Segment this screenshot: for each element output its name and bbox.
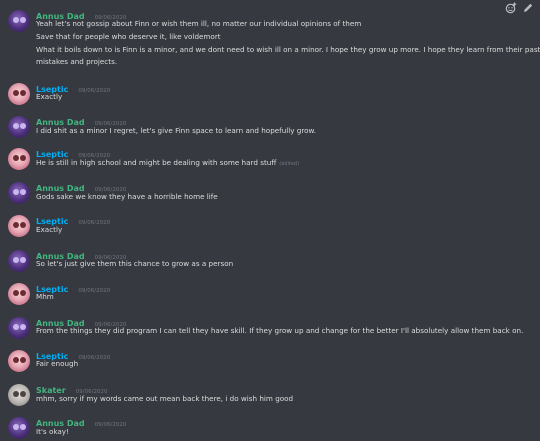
message-text: So let's just give them this chance to g…: [36, 259, 234, 268]
avatar[interactable]: [8, 116, 30, 138]
message-text: mhm, sorry if my words came out mean bac…: [36, 394, 294, 403]
edit-icon[interactable]: [522, 2, 534, 14]
avatar[interactable]: [8, 384, 30, 406]
message-text: Exactly: [36, 92, 63, 101]
message-text: Gods sake we know they have a horrible h…: [36, 192, 218, 201]
message-body: He is still in high school and might be …: [36, 158, 277, 167]
message-text: Fair enough: [36, 359, 79, 368]
message-text: From the things they did program I can t…: [36, 326, 524, 335]
message-toolbar: [505, 2, 534, 14]
message-text: mistakes and projects.: [36, 57, 118, 66]
message-text: It's okay!: [36, 427, 69, 436]
avatar[interactable]: [8, 283, 30, 305]
avatar[interactable]: [8, 148, 30, 170]
message-text: He is still in high school and might be …: [36, 158, 531, 169]
message-text: Exactly: [36, 225, 63, 234]
chat-log: Annus Dad 09/06/2020 Yeah let's not goss…: [0, 0, 540, 441]
message-text: Yeah let's not gossip about Finn or wish…: [36, 19, 362, 28]
message-text: What it boils down to is Finn is a minor…: [36, 45, 540, 54]
edited-label: (edited): [279, 161, 300, 167]
avatar[interactable]: [8, 417, 30, 439]
avatar[interactable]: [8, 250, 30, 272]
message-text: Mhm: [36, 292, 54, 301]
avatar[interactable]: [8, 215, 30, 237]
message-text: Save that for people who deserve it, lik…: [36, 32, 221, 41]
message-text: I did shit as a minor I regret, let's gi…: [36, 126, 317, 135]
avatar[interactable]: [8, 317, 30, 339]
avatar[interactable]: [8, 350, 30, 372]
add-reaction-icon[interactable]: [505, 2, 517, 14]
avatar[interactable]: [8, 10, 30, 32]
avatar[interactable]: [8, 182, 30, 204]
avatar[interactable]: [8, 83, 30, 105]
